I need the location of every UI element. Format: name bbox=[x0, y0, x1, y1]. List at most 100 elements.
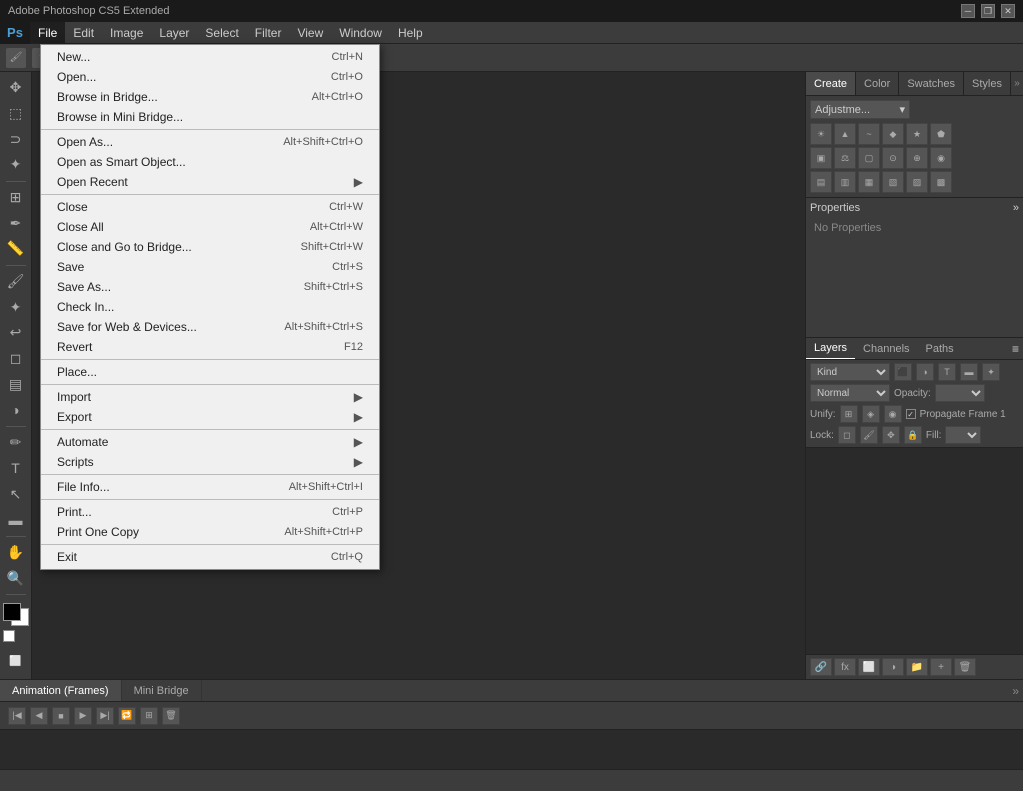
menu-item-print[interactable]: Print... Ctrl+P bbox=[41, 502, 379, 522]
layer-new-button[interactable]: + bbox=[930, 658, 952, 676]
minimize-button[interactable]: ─ bbox=[961, 4, 975, 18]
layer-delete-button[interactable]: 🗑 bbox=[954, 658, 976, 676]
menu-view[interactable]: View bbox=[289, 22, 331, 43]
menu-window[interactable]: Window bbox=[331, 22, 390, 43]
menu-item-export[interactable]: Export ▶ bbox=[41, 407, 379, 427]
anim-stop-button[interactable]: ■ bbox=[52, 707, 70, 725]
layer-fx-button[interactable]: fx bbox=[834, 658, 856, 676]
unify-style-icon[interactable]: ◈ bbox=[862, 405, 880, 423]
panel-collapse-button[interactable]: » bbox=[1011, 72, 1023, 95]
move-tool[interactable]: ✥ bbox=[3, 76, 29, 100]
layer-adjustment-button[interactable]: ◑ bbox=[882, 658, 904, 676]
propagate-checkbox[interactable]: ✓ bbox=[906, 409, 916, 419]
crop-tool[interactable]: ⊞ bbox=[3, 186, 29, 210]
lock-position-icon[interactable]: ✥ bbox=[882, 426, 900, 444]
layer-mask-button[interactable]: ⬜ bbox=[858, 658, 880, 676]
menu-item-check-in[interactable]: Check In... bbox=[41, 297, 379, 317]
tab-channels[interactable]: Channels bbox=[855, 338, 917, 359]
menu-file[interactable]: File bbox=[30, 22, 65, 43]
anim-play-button[interactable]: ▶ bbox=[74, 707, 92, 725]
exposure-icon[interactable]: ◆ bbox=[882, 123, 904, 145]
tab-create[interactable]: Create bbox=[806, 72, 856, 95]
anim-duplicate-button[interactable]: ⊞ bbox=[140, 707, 158, 725]
hand-tool[interactable]: ✋ bbox=[3, 541, 29, 565]
menu-select[interactable]: Select bbox=[197, 22, 246, 43]
brightness-icon[interactable]: ☀ bbox=[810, 123, 832, 145]
anim-first-frame-button[interactable]: |◀ bbox=[8, 707, 26, 725]
screen-mode[interactable]: ⬜ bbox=[3, 649, 29, 675]
eraser-tool[interactable]: ◻ bbox=[3, 347, 29, 371]
wand-tool[interactable]: ✦ bbox=[3, 153, 29, 177]
tab-layers[interactable]: Layers bbox=[806, 338, 855, 359]
adj-icon-6[interactable]: ▩ bbox=[930, 171, 952, 193]
eyedropper-tool[interactable]: ✒ bbox=[3, 211, 29, 235]
curves-icon[interactable]: ~ bbox=[858, 123, 880, 145]
tab-styles[interactable]: Styles bbox=[964, 72, 1011, 95]
menu-item-open-recent[interactable]: Open Recent ▶ bbox=[41, 172, 379, 192]
lock-pixels-icon[interactable]: 🖌 bbox=[860, 426, 878, 444]
bw-icon[interactable]: ⚖ bbox=[834, 147, 856, 169]
channel-mix-icon[interactable]: ⊙ bbox=[882, 147, 904, 169]
menu-item-open-as[interactable]: Open As... Alt+Shift+Ctrl+O bbox=[41, 132, 379, 152]
restore-button[interactable]: ❐ bbox=[981, 4, 995, 18]
pen-tool[interactable]: ✏ bbox=[3, 431, 29, 455]
tab-color[interactable]: Color bbox=[856, 72, 899, 95]
posterize-icon[interactable]: ▤ bbox=[810, 171, 832, 193]
layers-filter-pixel-icon[interactable]: ⬛ bbox=[894, 363, 912, 381]
layers-filter-smart-icon[interactable]: ✦ bbox=[982, 363, 1000, 381]
history-tool[interactable]: ↩ bbox=[3, 321, 29, 345]
path-select-tool[interactable]: ↖ bbox=[3, 482, 29, 506]
menu-image[interactable]: Image bbox=[102, 22, 151, 43]
menu-item-save-as[interactable]: Save As... Shift+Ctrl+S bbox=[41, 277, 379, 297]
layer-folder-button[interactable]: 📁 bbox=[906, 658, 928, 676]
menu-item-new[interactable]: New... Ctrl+N bbox=[41, 47, 379, 67]
color-swatches[interactable] bbox=[3, 603, 29, 627]
layers-kind-select[interactable]: Kind bbox=[810, 363, 890, 381]
layers-fill-select[interactable] bbox=[945, 426, 981, 444]
anim-delete-button[interactable]: 🗑 bbox=[162, 707, 180, 725]
unify-visibility-icon[interactable]: ◉ bbox=[884, 405, 902, 423]
unify-position-icon[interactable]: ⊞ bbox=[840, 405, 858, 423]
adjustments-dropdown[interactable]: Adjustme... ▾ bbox=[810, 100, 910, 119]
layers-opacity-select[interactable] bbox=[935, 384, 985, 402]
threshold-icon[interactable]: ▥ bbox=[834, 171, 856, 193]
menu-item-mini-bridge[interactable]: Browse in Mini Bridge... bbox=[41, 107, 379, 127]
layers-filter-shape-icon[interactable]: ▬ bbox=[960, 363, 978, 381]
dodge-tool[interactable]: ◑ bbox=[3, 398, 29, 422]
menu-item-file-info[interactable]: File Info... Alt+Shift+Ctrl+I bbox=[41, 477, 379, 497]
selective-color-icon[interactable]: ▧ bbox=[882, 171, 904, 193]
bottom-panel-collapse-icon[interactable]: » bbox=[1012, 684, 1019, 698]
properties-collapse-icon[interactable]: » bbox=[1013, 202, 1019, 214]
menu-item-open[interactable]: Open... Ctrl+O bbox=[41, 67, 379, 87]
lasso-tool[interactable]: ⊃ bbox=[3, 127, 29, 151]
text-tool[interactable]: T bbox=[3, 457, 29, 481]
close-button[interactable]: ✕ bbox=[1001, 4, 1015, 18]
layer-link-button[interactable]: 🔗 bbox=[810, 658, 832, 676]
anim-next-frame-button[interactable]: ▶| bbox=[96, 707, 114, 725]
menu-item-close-all[interactable]: Close All Alt+Ctrl+W bbox=[41, 217, 379, 237]
menu-item-print-one[interactable]: Print One Copy Alt+Shift+Ctrl+P bbox=[41, 522, 379, 542]
menu-item-save[interactable]: Save Ctrl+S bbox=[41, 257, 379, 277]
menu-item-save-web[interactable]: Save for Web & Devices... Alt+Shift+Ctrl… bbox=[41, 317, 379, 337]
layers-filter-adjust-icon[interactable]: ◑ bbox=[916, 363, 934, 381]
color-balance-icon[interactable]: ▣ bbox=[810, 147, 832, 169]
zoom-tool[interactable]: 🔍 bbox=[3, 566, 29, 590]
lock-transparent-icon[interactable]: ◻ bbox=[838, 426, 856, 444]
layers-filter-type-icon[interactable]: T bbox=[938, 363, 956, 381]
menu-item-open-smart[interactable]: Open as Smart Object... bbox=[41, 152, 379, 172]
lock-all-icon[interactable]: 🔒 bbox=[904, 426, 922, 444]
layers-panel-menu-icon[interactable]: ≡ bbox=[1012, 342, 1019, 356]
anim-prev-frame-button[interactable]: ◀ bbox=[30, 707, 48, 725]
anim-loop-button[interactable]: 🔁 bbox=[118, 707, 136, 725]
levels-icon[interactable]: ▲ bbox=[834, 123, 856, 145]
menu-item-scripts[interactable]: Scripts ▶ bbox=[41, 452, 379, 472]
menu-item-close-bridge[interactable]: Close and Go to Bridge... Shift+Ctrl+W bbox=[41, 237, 379, 257]
foreground-color[interactable] bbox=[3, 603, 21, 621]
shape-tool[interactable]: ▬ bbox=[3, 508, 29, 532]
brush-tool[interactable]: 🖌 bbox=[3, 270, 29, 294]
tab-paths[interactable]: Paths bbox=[918, 338, 962, 359]
gradient-map-icon[interactable]: ▦ bbox=[858, 171, 880, 193]
menu-item-place[interactable]: Place... bbox=[41, 362, 379, 382]
ruler-tool[interactable]: 📏 bbox=[3, 237, 29, 261]
color-lookup-icon[interactable]: ⊕ bbox=[906, 147, 928, 169]
